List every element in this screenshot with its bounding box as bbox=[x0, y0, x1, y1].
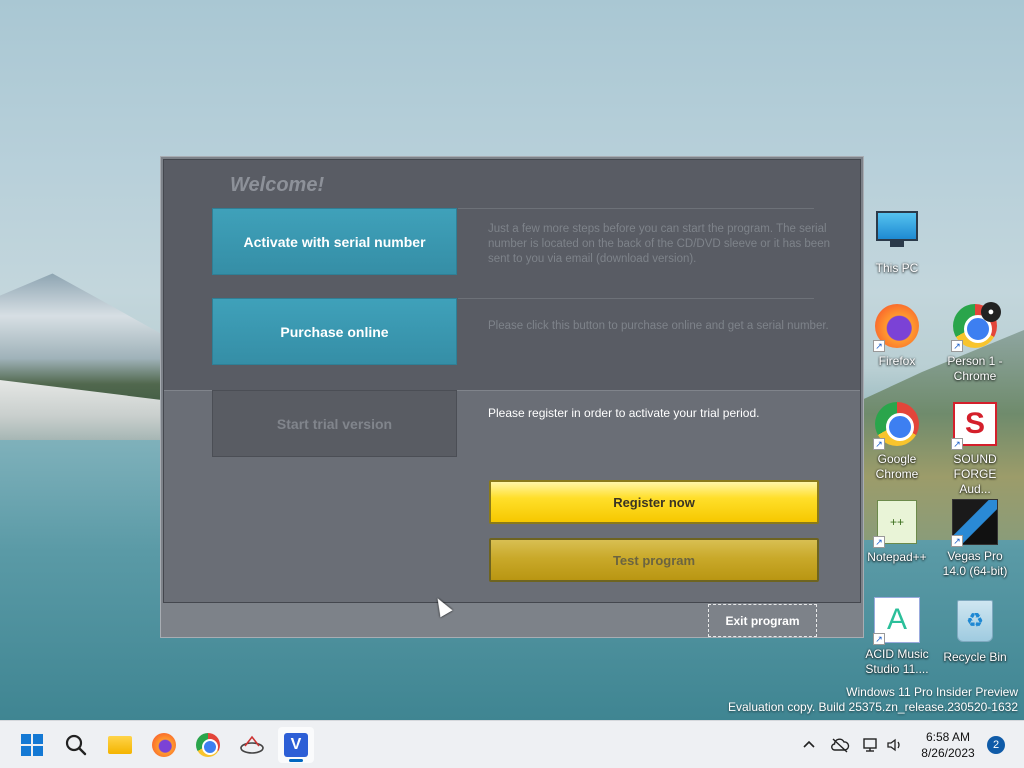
desktop-icon-vegas-pro[interactable]: ↗ Vegas Pro 14.0 (64-bit) bbox=[938, 498, 1012, 579]
start-trial-button[interactable]: Start trial version bbox=[212, 390, 457, 457]
search-button[interactable] bbox=[58, 727, 94, 763]
desktop-icon-label: SOUND FORGE Aud... bbox=[953, 452, 997, 496]
windows-logo-icon bbox=[21, 734, 43, 756]
desktop-icon-label: Notepad++ bbox=[867, 550, 927, 564]
desktop-icon-acid-music[interactable]: A ↗ ACID Music Studio 11.... bbox=[860, 596, 934, 677]
desktop-icon-person-chrome[interactable]: ● ↗ Person 1 - Chrome bbox=[938, 302, 1012, 384]
desktop-icon-firefox[interactable]: ↗ Firefox bbox=[860, 302, 934, 369]
taskbar-chrome[interactable] bbox=[190, 727, 226, 763]
taskbar-firefox[interactable] bbox=[146, 727, 182, 763]
desktop-icon-notepad-plus-plus[interactable]: ++ ↗ Notepad++ bbox=[860, 498, 934, 565]
desktop-icon-google-chrome[interactable]: ↗ Google Chrome bbox=[860, 400, 934, 482]
purchase-online-button[interactable]: Purchase online bbox=[212, 298, 457, 365]
purchase-description: Please click this button to purchase onl… bbox=[488, 320, 829, 332]
tray-network[interactable] bbox=[862, 721, 880, 768]
acid-music-icon: A ↗ bbox=[873, 597, 921, 645]
desktop-icon-label: ACID Music Studio 11.... bbox=[865, 647, 929, 676]
taskbar-vegas-pro[interactable]: V bbox=[278, 727, 314, 763]
tray-overflow-button[interactable] bbox=[802, 721, 816, 768]
windows-watermark: Windows 11 Pro Insider Preview Evaluatio… bbox=[728, 685, 1018, 715]
dialog-panel: Welcome! Activate with serial number Jus… bbox=[163, 159, 861, 603]
chevron-up-icon bbox=[803, 740, 815, 748]
desktop-icon-label: This PC bbox=[875, 261, 919, 275]
chrome-icon bbox=[196, 733, 220, 757]
watermark-line: Windows 11 Pro Insider Preview bbox=[846, 685, 1018, 699]
network-icon bbox=[863, 738, 877, 752]
divider bbox=[458, 298, 814, 299]
taskbar-file-explorer[interactable] bbox=[102, 727, 138, 763]
activate-description: Just a few more steps before you can sta… bbox=[488, 223, 830, 265]
trial-description: Please register in order to activate you… bbox=[488, 406, 760, 420]
desktop-icon-label: Recycle Bin bbox=[943, 650, 1007, 664]
firefox-icon bbox=[152, 733, 176, 757]
register-now-button[interactable]: Register now bbox=[489, 480, 819, 524]
start-button[interactable] bbox=[14, 727, 50, 763]
clock-date: 8/26/2023 bbox=[921, 746, 975, 760]
cloud-offline-icon bbox=[831, 738, 850, 753]
notification-badge[interactable]: 2 bbox=[987, 736, 1005, 754]
desktop-icon-sound-forge[interactable]: S ↗ SOUND FORGE Aud... bbox=[938, 400, 1012, 497]
taskbar: V 6:58 AM 8/26/2023 2 bbox=[0, 720, 1024, 768]
chrome-icon: ↗ bbox=[873, 402, 921, 450]
monitor-icon bbox=[873, 211, 921, 259]
activate-serial-button[interactable]: Activate with serial number bbox=[212, 208, 457, 275]
welcome-title: Welcome! bbox=[230, 174, 325, 196]
notepad-plus-plus-icon: ++ ↗ bbox=[873, 500, 921, 548]
desktop-icon-label: Person 1 - Chrome bbox=[947, 354, 1003, 383]
chrome-icon: ● ↗ bbox=[951, 302, 1001, 352]
registration-dialog: Welcome! Activate with serial number Jus… bbox=[160, 156, 864, 638]
firefox-icon: ↗ bbox=[873, 304, 921, 352]
person-icon: ● bbox=[981, 302, 1001, 322]
sound-forge-icon: S ↗ bbox=[951, 402, 999, 450]
divider bbox=[458, 208, 814, 209]
vegas-pro-icon: V bbox=[284, 733, 308, 757]
system-clock[interactable]: 6:58 AM 8/26/2023 bbox=[910, 729, 986, 761]
watermark-line: Evaluation copy. Build 25375.zn_release.… bbox=[728, 700, 1018, 714]
network-tool-icon bbox=[240, 735, 264, 754]
taskbar-network-tool[interactable] bbox=[234, 727, 270, 763]
folder-icon bbox=[108, 736, 132, 754]
speaker-icon bbox=[887, 738, 900, 752]
desktop-icon-label: Vegas Pro 14.0 (64-bit) bbox=[942, 549, 1008, 578]
vegas-pro-icon: ↗ bbox=[951, 499, 999, 547]
desktop-icon-label: Google Chrome bbox=[875, 452, 919, 481]
exit-program-button[interactable]: Exit program bbox=[708, 604, 817, 637]
desktop-icon-this-pc[interactable]: This PC bbox=[860, 205, 934, 276]
tray-cloud[interactable] bbox=[830, 721, 850, 768]
tray-volume[interactable] bbox=[886, 721, 904, 768]
test-program-button[interactable]: Test program bbox=[489, 538, 819, 582]
search-icon bbox=[65, 734, 87, 756]
recycle-bin-icon: ♻ bbox=[951, 600, 999, 648]
desktop-icon-recycle-bin[interactable]: ♻ Recycle Bin bbox=[938, 596, 1012, 665]
desktop-icon-label: Firefox bbox=[878, 354, 916, 368]
clock-time: 6:58 AM bbox=[925, 730, 971, 744]
